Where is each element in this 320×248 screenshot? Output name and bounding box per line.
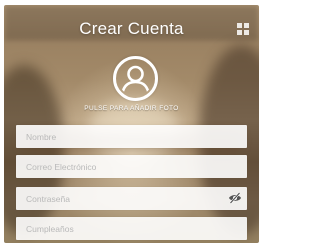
- create-account-screen: Crear Cuenta PULSE PARA AÑADIR FOTO: [4, 5, 259, 243]
- name-field-container: [16, 125, 247, 148]
- page-title: Crear Cuenta: [79, 19, 184, 38]
- name-input[interactable]: [16, 125, 247, 148]
- email-field-container: [16, 155, 247, 178]
- eye-slash-icon[interactable]: [228, 192, 242, 204]
- user-avatar-icon: [120, 65, 151, 96]
- password-input[interactable]: [16, 187, 247, 210]
- birthday-field-container: [16, 217, 247, 240]
- avatar-picker-button[interactable]: [113, 56, 158, 101]
- password-field-container: [16, 187, 247, 210]
- email-input[interactable]: [16, 155, 247, 178]
- grid-icon[interactable]: [237, 23, 250, 36]
- avatar-hint-text: PULSE PARA AÑADIR FOTO: [84, 105, 179, 112]
- birthday-input[interactable]: [16, 217, 247, 240]
